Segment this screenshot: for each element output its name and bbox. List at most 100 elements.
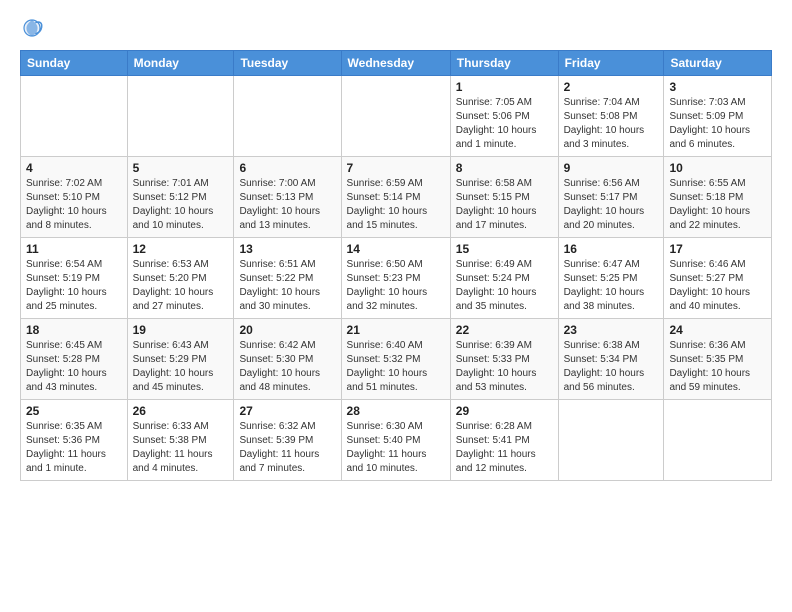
day-info: Sunrise: 6:42 AM Sunset: 5:30 PM Dayligh…	[239, 339, 335, 395]
day-info: Sunrise: 6:55 AM Sunset: 5:18 PM Dayligh…	[669, 177, 766, 233]
calendar-cell: 25Sunrise: 6:35 AM Sunset: 5:36 PM Dayli…	[21, 400, 128, 481]
day-info: Sunrise: 6:53 AM Sunset: 5:20 PM Dayligh…	[133, 258, 229, 314]
calendar-cell: 11 Sunrise: 6:54 AM Sunset: 5:19 PM Dayli…	[21, 238, 128, 319]
day-info: Sunrise: 7:04 AM Sunset: 5:08 PM Dayligh…	[564, 96, 659, 152]
day-number: 24	[669, 323, 766, 337]
day-number: 17	[669, 242, 766, 256]
day-info: Sunrise: 6:43 AM Sunset: 5:29 PM Dayligh…	[133, 339, 229, 395]
calendar-week-4: 18 Sunrise: 6:45 AM Sunset: 5:28 PM Dayli…	[21, 319, 772, 400]
calendar-cell: 19 Sunrise: 6:43 AM Sunset: 5:29 PM Dayli…	[127, 319, 234, 400]
day-info: Sunrise: 6:49 AM Sunset: 5:24 PM Dayligh…	[456, 258, 553, 314]
day-info: Sunrise: 6:33 AM Sunset: 5:38 PM Dayligh…	[133, 420, 229, 476]
calendar-cell: 16 Sunrise: 6:47 AM Sunset: 5:25 PM Dayli…	[558, 238, 664, 319]
day-info: Sunrise: 6:35 AM Sunset: 5:36 PM Dayligh…	[26, 420, 122, 476]
day-info: Sunrise: 6:51 AM Sunset: 5:22 PM Dayligh…	[239, 258, 335, 314]
calendar-cell: 20 Sunrise: 6:42 AM Sunset: 5:30 PM Dayli…	[234, 319, 341, 400]
header	[20, 16, 772, 40]
calendar-header-friday: Friday	[558, 51, 664, 76]
calendar-cell: 26 Sunrise: 6:33 AM Sunset: 5:38 PM Dayli…	[127, 400, 234, 481]
calendar-header-wednesday: Wednesday	[341, 51, 450, 76]
calendar-header-row: SundayMondayTuesdayWednesdayThursdayFrid…	[21, 51, 772, 76]
calendar-cell	[341, 76, 450, 157]
day-number: 18	[26, 323, 122, 337]
calendar-cell: 3 Sunrise: 7:03 AM Sunset: 5:09 PM Daylig…	[664, 76, 772, 157]
day-number: 20	[239, 323, 335, 337]
calendar-cell: 4 Sunrise: 7:02 AM Sunset: 5:10 PM Daylig…	[21, 157, 128, 238]
day-info: Sunrise: 6:36 AM Sunset: 5:35 PM Dayligh…	[669, 339, 766, 395]
calendar-cell: 1 Sunrise: 7:05 AM Sunset: 5:06 PM Daylig…	[450, 76, 558, 157]
calendar-header-thursday: Thursday	[450, 51, 558, 76]
day-number: 11	[26, 242, 122, 256]
calendar-week-3: 11 Sunrise: 6:54 AM Sunset: 5:19 PM Dayli…	[21, 238, 772, 319]
day-info: Sunrise: 6:54 AM Sunset: 5:19 PM Dayligh…	[26, 258, 122, 314]
calendar-cell: 23Sunrise: 6:38 AM Sunset: 5:34 PM Dayli…	[558, 319, 664, 400]
day-info: Sunrise: 6:47 AM Sunset: 5:25 PM Dayligh…	[564, 258, 659, 314]
calendar-cell: 24 Sunrise: 6:36 AM Sunset: 5:35 PM Dayli…	[664, 319, 772, 400]
day-info: Sunrise: 7:05 AM Sunset: 5:06 PM Dayligh…	[456, 96, 553, 152]
day-number: 12	[133, 242, 229, 256]
day-number: 29	[456, 404, 553, 418]
day-info: Sunrise: 6:58 AM Sunset: 5:15 PM Dayligh…	[456, 177, 553, 233]
day-info: Sunrise: 7:00 AM Sunset: 5:13 PM Dayligh…	[239, 177, 335, 233]
day-number: 10	[669, 161, 766, 175]
day-number: 8	[456, 161, 553, 175]
day-info: Sunrise: 6:56 AM Sunset: 5:17 PM Dayligh…	[564, 177, 659, 233]
day-number: 21	[347, 323, 445, 337]
day-info: Sunrise: 7:01 AM Sunset: 5:12 PM Dayligh…	[133, 177, 229, 233]
calendar-cell: 18 Sunrise: 6:45 AM Sunset: 5:28 PM Dayli…	[21, 319, 128, 400]
calendar-header-tuesday: Tuesday	[234, 51, 341, 76]
calendar-cell	[558, 400, 664, 481]
calendar-cell: 12 Sunrise: 6:53 AM Sunset: 5:20 PM Dayli…	[127, 238, 234, 319]
calendar-cell: 6 Sunrise: 7:00 AM Sunset: 5:13 PM Daylig…	[234, 157, 341, 238]
calendar-week-5: 25Sunrise: 6:35 AM Sunset: 5:36 PM Dayli…	[21, 400, 772, 481]
calendar-cell: 10 Sunrise: 6:55 AM Sunset: 5:18 PM Dayli…	[664, 157, 772, 238]
calendar-cell: 2 Sunrise: 7:04 AM Sunset: 5:08 PM Daylig…	[558, 76, 664, 157]
day-info: Sunrise: 6:50 AM Sunset: 5:23 PM Dayligh…	[347, 258, 445, 314]
day-number: 27	[239, 404, 335, 418]
day-number: 2	[564, 80, 659, 94]
logo-area	[20, 16, 48, 40]
calendar-header-saturday: Saturday	[664, 51, 772, 76]
calendar-cell: 21 Sunrise: 6:40 AM Sunset: 5:32 PM Dayli…	[341, 319, 450, 400]
calendar-cell: 13 Sunrise: 6:51 AM Sunset: 5:22 PM Dayli…	[234, 238, 341, 319]
day-info: Sunrise: 6:59 AM Sunset: 5:14 PM Dayligh…	[347, 177, 445, 233]
day-number: 14	[347, 242, 445, 256]
calendar-week-2: 4 Sunrise: 7:02 AM Sunset: 5:10 PM Daylig…	[21, 157, 772, 238]
day-number: 4	[26, 161, 122, 175]
day-number: 19	[133, 323, 229, 337]
calendar-cell: 28 Sunrise: 6:30 AM Sunset: 5:40 PM Dayli…	[341, 400, 450, 481]
calendar-cell	[127, 76, 234, 157]
day-info: Sunrise: 6:40 AM Sunset: 5:32 PM Dayligh…	[347, 339, 445, 395]
day-info: Sunrise: 7:02 AM Sunset: 5:10 PM Dayligh…	[26, 177, 122, 233]
day-number: 26	[133, 404, 229, 418]
day-info: Sunrise: 6:45 AM Sunset: 5:28 PM Dayligh…	[26, 339, 122, 395]
day-number: 22	[456, 323, 553, 337]
calendar-cell: 22 Sunrise: 6:39 AM Sunset: 5:33 PM Dayli…	[450, 319, 558, 400]
calendar-cell: 5 Sunrise: 7:01 AM Sunset: 5:12 PM Daylig…	[127, 157, 234, 238]
day-info: Sunrise: 7:03 AM Sunset: 5:09 PM Dayligh…	[669, 96, 766, 152]
calendar-cell	[664, 400, 772, 481]
calendar-cell	[21, 76, 128, 157]
calendar-cell: 7 Sunrise: 6:59 AM Sunset: 5:14 PM Daylig…	[341, 157, 450, 238]
day-number: 23	[564, 323, 659, 337]
day-number: 6	[239, 161, 335, 175]
day-number: 1	[456, 80, 553, 94]
calendar: SundayMondayTuesdayWednesdayThursdayFrid…	[20, 50, 772, 481]
day-info: Sunrise: 6:46 AM Sunset: 5:27 PM Dayligh…	[669, 258, 766, 314]
calendar-header-sunday: Sunday	[21, 51, 128, 76]
day-number: 3	[669, 80, 766, 94]
day-number: 28	[347, 404, 445, 418]
day-number: 16	[564, 242, 659, 256]
day-number: 9	[564, 161, 659, 175]
day-info: Sunrise: 6:28 AM Sunset: 5:41 PM Dayligh…	[456, 420, 553, 476]
calendar-cell: 8 Sunrise: 6:58 AM Sunset: 5:15 PM Daylig…	[450, 157, 558, 238]
day-number: 13	[239, 242, 335, 256]
calendar-cell: 29 Sunrise: 6:28 AM Sunset: 5:41 PM Dayli…	[450, 400, 558, 481]
day-info: Sunrise: 6:39 AM Sunset: 5:33 PM Dayligh…	[456, 339, 553, 395]
day-number: 7	[347, 161, 445, 175]
day-info: Sunrise: 6:30 AM Sunset: 5:40 PM Dayligh…	[347, 420, 445, 476]
calendar-cell: 27Sunrise: 6:32 AM Sunset: 5:39 PM Dayli…	[234, 400, 341, 481]
day-number: 5	[133, 161, 229, 175]
calendar-cell: 17 Sunrise: 6:46 AM Sunset: 5:27 PM Dayli…	[664, 238, 772, 319]
calendar-cell: 14 Sunrise: 6:50 AM Sunset: 5:23 PM Dayli…	[341, 238, 450, 319]
